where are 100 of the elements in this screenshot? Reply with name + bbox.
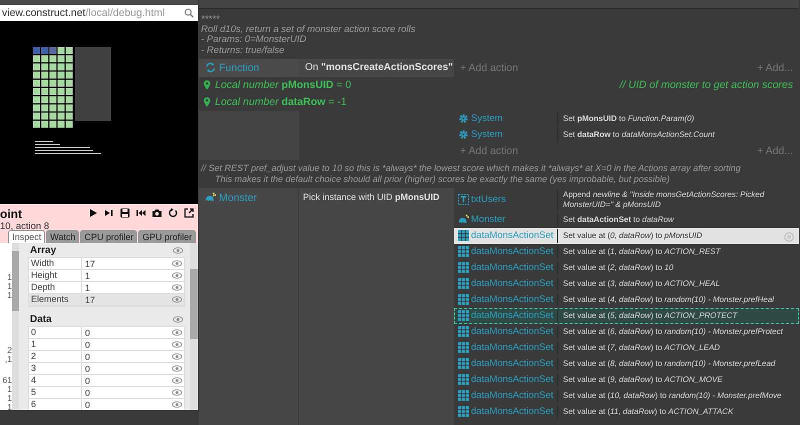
action-object[interactable]: dataMonsActionSet (455, 260, 557, 275)
property-row[interactable]: 5 0 (29, 387, 184, 399)
action-text[interactable]: Append newline & "Inside monsGetActionScores: Picked MonsterUID=" & pMonsUID (557, 188, 800, 211)
action-object[interactable]: dataMonsActionSet (455, 244, 557, 259)
action-text[interactable]: Set value at (4, dataRow) to random(10) - Monster.prefHeal (557, 292, 800, 307)
scrollbar[interactable] (12, 243, 19, 410)
action-text[interactable]: Set value at (1, dataRow) to ACTION_REST (557, 244, 800, 259)
comment-text: // Set REST pref_adjust value to 10 so this is *always* the lowest score which makes it *always* at X=0 in the Actions array after sorting (201, 162, 742, 174)
eye-icon[interactable] (172, 341, 182, 348)
property-row[interactable]: 2 0 (29, 351, 184, 363)
action-row[interactable]: dataMonsActionSet Set value at (0, dataRow) to pMonsUID (454, 228, 799, 244)
save-icon[interactable] (120, 208, 130, 218)
property-row[interactable]: Height 1 (29, 270, 184, 282)
action-object[interactable]: dataMonsActionSet (455, 292, 557, 307)
property-value: 17 (84, 294, 96, 304)
action-object[interactable]: dataMonsActionSet (455, 324, 557, 339)
action-text[interactable]: Set value at (0, dataRow) to pMonsUID (557, 228, 800, 243)
action-object[interactable]: dataMonsActionSet (455, 340, 557, 355)
action-row[interactable]: dataMonsActionSet Set value at (4, dataRow) to random(10) - Monster.prefHeal (454, 292, 799, 308)
action-object[interactable]: dataMonsActionSet (455, 388, 557, 403)
gear-icon (458, 129, 469, 140)
popout-icon[interactable] (184, 208, 194, 218)
action-row[interactable]: dataMonsActionSet Set value at (5, dataRow) to ACTION_PROTECT (454, 308, 799, 324)
action-text[interactable]: Set value at (7, dataRow) to ACTION_LEAD (557, 340, 800, 355)
action-object[interactable]: Monster (455, 212, 557, 227)
eye-icon[interactable] (172, 389, 182, 396)
action-text[interactable]: Set value at (5, dataRow) to ACTION_PROTECT (557, 308, 800, 323)
property-name: 1 (29, 339, 82, 350)
action-object[interactable]: System (455, 128, 557, 142)
action-row[interactable]: dataMonsActionSet Set value at (6, dataRow) to random(10) - Monster.prefProtect (454, 324, 799, 340)
local-variable[interactable]: Local number pMonsUID = 0 (215, 79, 352, 92)
tab[interactable]: Watch (46, 230, 80, 243)
action-object[interactable]: dataMonsActionSet (455, 372, 557, 387)
eye-icon[interactable] (172, 377, 182, 384)
action-text[interactable]: Set value at (10, dataRow) to random(10) - Monster.prefMove (557, 388, 800, 403)
eye-icon[interactable] (172, 272, 182, 279)
eye-icon[interactable] (172, 284, 182, 291)
action-text[interactable]: Set value at (3, dataRow) to ACTION_HEAL (557, 276, 800, 291)
action-row[interactable]: dataMonsActionSet Set value at (2, dataRow) to 10 (454, 260, 799, 276)
panel-title: oint (0, 208, 23, 221)
eye-icon[interactable] (172, 260, 182, 267)
action-row[interactable]: dataMonsActionSet Set value at (11, dataRow) to ACTION_ATTACK (454, 404, 799, 420)
action-row[interactable]: dataMonsActionSet Set value at (10, dataRow) to random(10) - Monster.prefMove (454, 388, 799, 404)
property-row[interactable]: 1 0 (29, 339, 184, 351)
pin-icon (203, 80, 211, 90)
action-object[interactable]: System (455, 112, 557, 126)
gear-icon (458, 113, 469, 124)
action-text[interactable]: Set dataRow to dataMonsActionSet.Count (557, 128, 800, 142)
action-text[interactable]: Set value at (2, dataRow) to 10 (557, 260, 800, 275)
action-row[interactable]: dataMonsActionSet Set value at (1, dataRow) to ACTION_REST (454, 244, 799, 260)
property-name: 3 (29, 363, 82, 374)
tab[interactable]: GPU profiler (138, 230, 196, 243)
tab[interactable]: Inspect (8, 230, 46, 243)
action-row[interactable]: dataMonsActionSet Set value at (9, dataRow) to ACTION_MOVE (454, 372, 799, 388)
property-row[interactable]: 4 0 (29, 375, 184, 387)
eye-icon[interactable] (172, 353, 182, 360)
property-row[interactable]: 6 0 (29, 399, 184, 410)
action-row[interactable]: Monster Set dataActionSet to dataRow (454, 212, 799, 228)
action-text[interactable]: Set dataActionSet to dataRow (557, 212, 800, 227)
action-row[interactable]: txtUsers Append newline & "Inside monsGetActionScores: Picked MonsterUID=" & pMonsUID (454, 188, 799, 212)
action-text[interactable]: Set value at (11, dataRow) to ACTION_ATTACK (557, 404, 800, 419)
tab[interactable]: CPU profiler (80, 230, 138, 243)
skip-back-icon[interactable] (136, 208, 146, 218)
property-row[interactable]: Elements 17 (29, 294, 184, 306)
action-text[interactable]: Set pMonsUID to Function.Param(0) (557, 112, 800, 126)
action-object[interactable]: dataMonsActionSet (455, 404, 557, 419)
property-row[interactable]: 3 0 (29, 363, 184, 375)
eye-icon[interactable] (172, 329, 182, 336)
address-bar[interactable]: view.construct.net/local/debug.html (0, 5, 198, 21)
property-row[interactable]: 0 0 (29, 327, 184, 339)
eye-icon[interactable] (173, 316, 183, 322)
grid-icon (458, 326, 469, 338)
property-row[interactable]: Width 17 (29, 258, 184, 270)
local-variable[interactable]: Local number dataRow = -1 (215, 96, 347, 108)
eye-icon[interactable] (173, 246, 183, 254)
scrollbar[interactable] (190, 243, 198, 410)
action-object[interactable]: dataMonsActionSet (455, 276, 557, 291)
action-row[interactable]: dataMonsActionSet Set value at (7, dataRow) to ACTION_LEAD (454, 340, 799, 356)
action-object[interactable]: txtUsers (455, 188, 557, 211)
search-icon[interactable] (184, 8, 194, 18)
condition-text[interactable]: On "monsCreateActionScores" (299, 58, 454, 77)
eye-icon[interactable] (172, 296, 182, 303)
comment-text: - Params: 0=MonsterUID (201, 35, 308, 46)
property-name: Elements (29, 294, 82, 305)
variable-comment: // UID of monster to get action scores (620, 79, 793, 92)
play-icon[interactable] (88, 208, 98, 218)
restart-icon[interactable] (168, 208, 178, 218)
action-text[interactable]: Set value at (9, dataRow) to ACTION_MOVE (557, 372, 800, 387)
condition-text[interactable]: Pick instance with UID pMonsUID (299, 188, 454, 425)
action-row[interactable]: dataMonsActionSet Set value at (3, dataRow) to ACTION_HEAL (454, 276, 799, 292)
step-icon[interactable] (104, 208, 114, 218)
action-text[interactable]: Set value at (6, dataRow) to random(10) - Monster.prefProtect (557, 324, 800, 339)
comment-text: This makes it the default choice should all prior (higher) scores be exactly the same (yes improbable, but possible) (214, 174, 671, 185)
camera-icon[interactable] (152, 208, 162, 218)
eye-icon[interactable] (172, 401, 182, 408)
action-row[interactable]: dataMonsActionSet Set value at (8, dataRow) to random(10) - Monster.prefLead (454, 356, 799, 372)
action-text[interactable]: Set value at (8, dataRow) to random(10) - Monster.prefLead (557, 356, 800, 371)
comment-text: - Returns: true/false (201, 46, 286, 56)
action-object[interactable]: dataMonsActionSet (455, 356, 557, 371)
eye-icon[interactable] (172, 365, 182, 372)
